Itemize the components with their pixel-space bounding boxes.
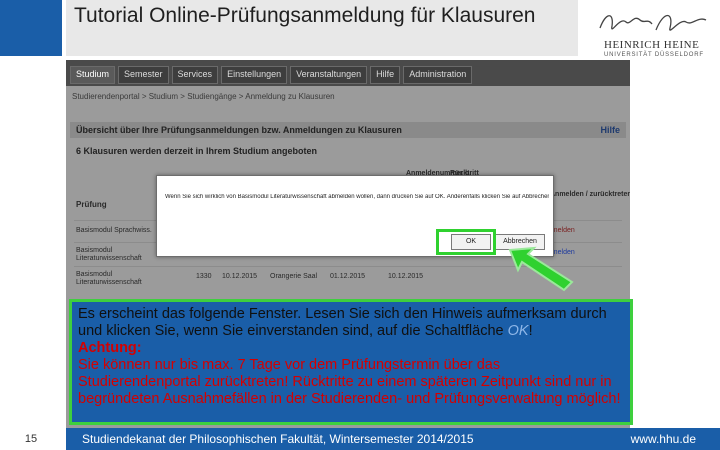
row-exam-name: Basismodul Literaturwissenschaft — [76, 247, 142, 262]
slide-side-bar — [0, 0, 62, 56]
page-number: 15 — [0, 428, 62, 450]
footer-url: www.hhu.de — [630, 432, 696, 446]
arrow-icon — [508, 246, 574, 292]
instruction-ok-word: OK — [507, 323, 529, 339]
breadcrumb: Studierendenportal > Studium > Studiengä… — [72, 92, 335, 101]
ok-highlight-frame — [436, 229, 496, 255]
nav-item-services[interactable]: Services — [171, 66, 219, 84]
panel-title: Übersicht über Ihre Prüfungsanmeldungen … — [76, 125, 402, 135]
portal-nav: Studium Semester Services Einstellungen … — [66, 60, 630, 86]
column-header-exam: Prüfung — [76, 200, 107, 209]
instruction-exclamation: ! — [528, 323, 533, 339]
column-header-register: Anmelden / zurücktreten — [550, 191, 630, 198]
logo-name: HEINRICH HEINE — [604, 39, 700, 51]
row-withdraw-deadline: 10.12.2015 — [388, 273, 424, 280]
panel-header: Übersicht über Ihre Prüfungsanmeldungen … — [70, 122, 626, 138]
row-exam-date: 10.12.2015 — [222, 273, 258, 280]
signature-icon — [599, 14, 707, 31]
row-exam-name: Basismodul Literaturwissenschaft — [76, 271, 142, 286]
footer-faculty: Studiendekanat der Philosophischen Fakul… — [82, 432, 474, 446]
help-link[interactable]: Hilfe — [600, 125, 620, 135]
nav-item-studium[interactable]: Studium — [70, 66, 116, 84]
slide-title: Tutorial Online-Prüfungsanmeldung für Kl… — [74, 4, 536, 27]
nav-item-semester[interactable]: Semester — [118, 66, 169, 84]
university-logo: HEINRICH HEINE UNIVERSITÄT DÜSSELDORF — [590, 6, 712, 66]
exam-count: 6 Klausuren werden derzeit in Ihrem Stud… — [76, 146, 318, 156]
row-number: 1330 — [196, 273, 212, 280]
row-room: Orangerie Saal — [270, 273, 318, 280]
attention-label: Achtung: — [78, 340, 142, 356]
row-exam-name: Basismodul Sprachwiss. — [76, 227, 152, 234]
dialog-message: Wenn Sie sich wirklich von Basismodul Li… — [165, 194, 549, 200]
nav-item-hilfe[interactable]: Hilfe — [370, 66, 401, 84]
row-register-deadline: 01.12.2015 — [330, 273, 366, 280]
nav-item-administration[interactable]: Administration — [403, 66, 473, 84]
nav-item-einstellungen[interactable]: Einstellungen — [221, 66, 288, 84]
instruction-text: Es erscheint das folgende Fenster. Lesen… — [78, 306, 624, 340]
withdrawal-warning: Sie können nur bis max. 7 Tage vor dem P… — [78, 357, 621, 407]
instruction-callout: Es erscheint das folgende Fenster. Lesen… — [69, 299, 633, 425]
nav-item-veranstaltungen[interactable]: Veranstaltungen — [290, 66, 368, 84]
logo-subtitle: UNIVERSITÄT DÜSSELDORF — [604, 52, 704, 58]
